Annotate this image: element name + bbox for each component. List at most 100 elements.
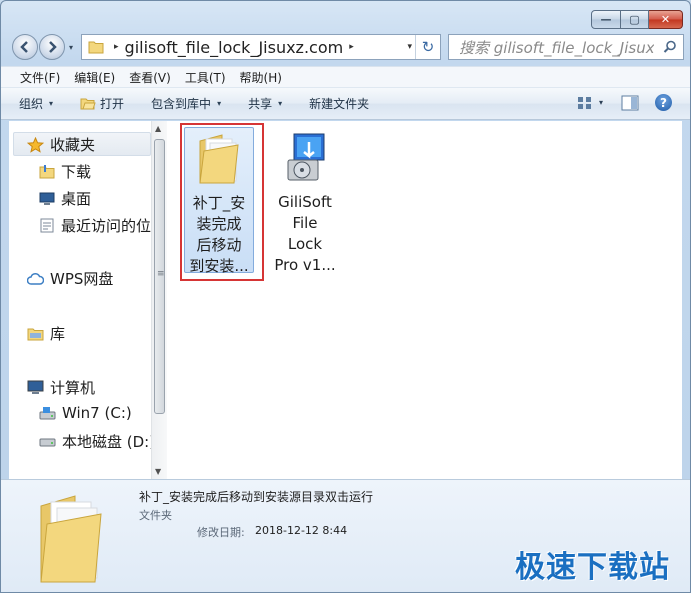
include-library-label: 包含到库中 [151, 97, 212, 111]
address-history-dropdown[interactable]: ▾ [407, 42, 412, 52]
breadcrumb-separator-end[interactable]: ▸ [349, 42, 354, 52]
arrow-right-icon [49, 41, 57, 53]
file-item-installer[interactable]: GiliSoft File Lock Pro v1... [270, 127, 340, 276]
folder-icon [199, 134, 239, 184]
file-item-label: GiliSoft File Lock Pro v1... [270, 192, 340, 276]
selected-item-type: 文件夹 [139, 509, 172, 522]
selected-item-name: 补丁_安装完成后移动到安装源目录双击运行 [139, 490, 374, 504]
label-line: 到安装... [189, 257, 249, 275]
view-options-dropdown[interactable]: ▾ [599, 98, 603, 107]
label-line: 补丁_安 [192, 194, 246, 212]
label-line: 装完成 [196, 215, 242, 233]
nav-item-recent-places[interactable]: 最近访问的位置 [39, 215, 151, 236]
address-bar[interactable]: ▸ gilisoft_file_lock_Jisuxz.com ▸ ▾ ↻ [81, 34, 441, 60]
caption-buttons: — ▢ ✕ [591, 10, 683, 29]
arrow-left-icon [20, 41, 28, 53]
modified-date-label: 修改日期: [197, 526, 245, 539]
favorites-label: 收藏夹 [50, 136, 96, 154]
nav-item-computer[interactable]: 计算机 [27, 377, 95, 398]
command-bar: 组织 ▾ 打开 包含到库中 ▾ 共享 ▾ 新建文件夹 ▾ ? [1, 88, 690, 120]
close-button[interactable]: ✕ [649, 10, 683, 29]
search-icon[interactable] [663, 40, 677, 54]
label-line: Pro v1... [274, 256, 336, 274]
new-folder-label: 新建文件夹 [309, 97, 370, 111]
back-button[interactable] [12, 34, 38, 60]
chevron-down-icon: ▾ [49, 99, 54, 108]
help-icon[interactable]: ? [655, 94, 672, 111]
drive-c-label: Win7 (C:) [62, 404, 132, 422]
desktop-icon [39, 191, 55, 206]
system-drive-icon [39, 406, 56, 421]
menu-tools[interactable]: 工具(T) [178, 69, 233, 86]
downloads-label: 下载 [61, 163, 92, 181]
label-line: GiliSoft [278, 193, 332, 211]
preview-pane-icon[interactable] [621, 95, 639, 111]
view-controls: ▾ ? [577, 94, 672, 111]
explorer-window: — ▢ ✕ ▾ ▸ gilisoft_file_lock_Jisuxz.com … [0, 0, 691, 593]
desktop-label: 桌面 [61, 190, 92, 208]
view-grid-icon[interactable] [577, 96, 593, 110]
menu-help[interactable]: 帮助(H) [233, 69, 289, 86]
forward-button[interactable] [39, 34, 65, 60]
navigation-bar: ▾ ▸ gilisoft_file_lock_Jisuxz.com ▸ ▾ ↻ … [9, 31, 684, 63]
label-line: Lock [287, 235, 323, 253]
folder-item-patch[interactable]: 补丁_安 装完成 后移动 到安装... [184, 127, 254, 275]
nav-item-wps-drive[interactable]: WPS网盘 [27, 268, 113, 289]
computer-label: 计算机 [50, 379, 96, 397]
navigation-scrollbar[interactable]: ▲ ≡ ▼ [151, 121, 167, 479]
search-box[interactable]: 搜索 gilisoft_file_lock_Jisuxz... [448, 34, 684, 60]
grip-icon: ≡ [157, 269, 165, 279]
drive-d-label: 本地磁盘 (D:) [62, 433, 151, 451]
open-label: 打开 [100, 97, 125, 111]
content-area: 收藏夹 下载 桌面 最近访问的位置 [9, 121, 682, 479]
star-icon [27, 136, 44, 153]
folder-icon [40, 495, 102, 583]
menu-file[interactable]: 文件(F) [13, 69, 67, 86]
installer-icon [287, 133, 325, 181]
organize-button[interactable]: 组织 ▾ [19, 95, 53, 112]
nav-item-favorites[interactable]: 收藏夹 [27, 134, 95, 155]
modified-date-value: 2018-12-12 8:44 [255, 524, 348, 537]
nav-item-drive-d[interactable]: 本地磁盘 (D:) [39, 431, 151, 452]
menu-edit[interactable]: 编辑(E) [67, 69, 122, 86]
refresh-button[interactable]: ↻ [415, 35, 440, 59]
nav-item-downloads[interactable]: 下载 [39, 161, 91, 182]
file-list[interactable]: 补丁_安 装完成 后移动 到安装... GiliSoft File Lock P… [168, 121, 682, 479]
scroll-down-icon[interactable]: ▼ [155, 467, 161, 476]
maximize-button[interactable]: ▢ [621, 10, 649, 29]
share-button[interactable]: 共享 ▾ [248, 95, 282, 112]
folder-item-label: 补丁_安 装完成 后移动 到安装... [185, 193, 253, 277]
details-pane: 补丁_安装完成后移动到安装源目录双击运行 文件夹 修改日期: 2018-12-1… [1, 479, 690, 592]
organize-label: 组织 [19, 97, 44, 111]
recent-places-icon [39, 218, 55, 233]
navigation-pane[interactable]: 收藏夹 下载 桌面 最近访问的位置 [9, 121, 151, 479]
label-line: 后移动 [196, 236, 242, 254]
include-in-library-button[interactable]: 包含到库中 ▾ [151, 95, 221, 112]
recent-places-label: 最近访问的位置 [61, 217, 151, 235]
computer-icon [27, 380, 44, 395]
scrollbar-thumb[interactable]: ≡ [154, 139, 165, 414]
cloud-icon [27, 272, 44, 286]
open-button[interactable]: 打开 [80, 95, 124, 112]
nav-item-libraries[interactable]: 库 [27, 323, 65, 344]
chevron-down-icon: ▾ [278, 99, 283, 108]
wps-drive-label: WPS网盘 [50, 270, 114, 288]
scroll-up-icon[interactable]: ▲ [155, 124, 161, 133]
open-folder-icon [80, 98, 96, 109]
nav-item-drive-c[interactable]: Win7 (C:) [39, 404, 132, 422]
nav-item-desktop[interactable]: 桌面 [39, 188, 91, 209]
watermark-logo: 极速下载站 [515, 550, 670, 585]
new-folder-button[interactable]: 新建文件夹 [309, 95, 369, 112]
libraries-label: 库 [50, 325, 66, 343]
breadcrumb-separator[interactable]: ▸ [114, 42, 119, 52]
search-input[interactable]: 搜索 gilisoft_file_lock_Jisuxz... [449, 37, 654, 58]
menu-view[interactable]: 查看(V) [122, 69, 178, 86]
menu-bar: 文件(F) 编辑(E) 查看(V) 工具(T) 帮助(H) [1, 66, 690, 88]
recent-pages-dropdown[interactable]: ▾ [69, 43, 73, 52]
folder-icon [88, 41, 104, 54]
minimize-button[interactable]: — [591, 10, 621, 29]
breadcrumb-current[interactable]: gilisoft_file_lock_Jisuxz.com [125, 38, 344, 57]
share-label: 共享 [248, 97, 273, 111]
folder-icon [39, 164, 55, 179]
chevron-down-icon: ▾ [217, 99, 222, 108]
